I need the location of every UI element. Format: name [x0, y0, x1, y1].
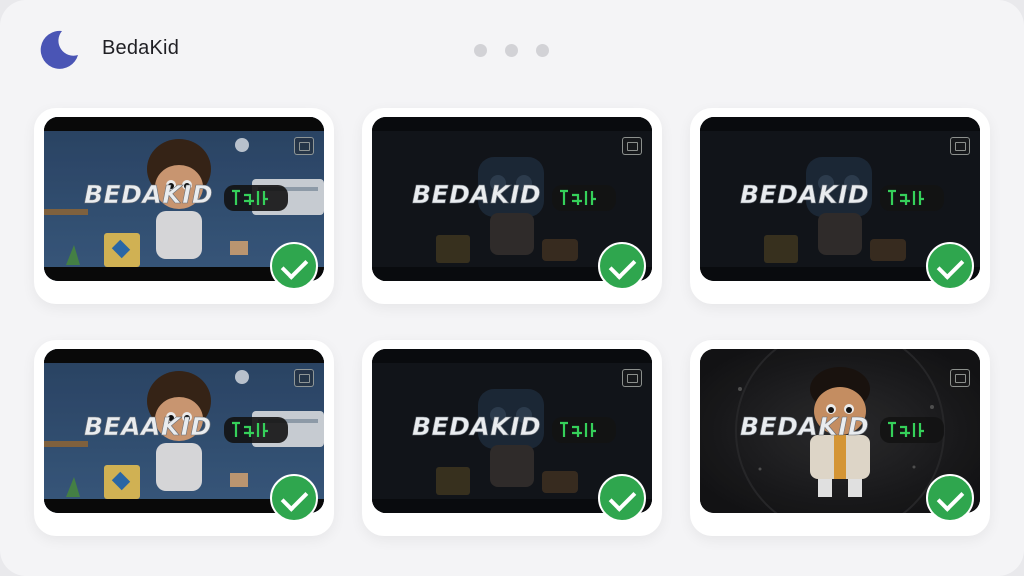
image-icon — [950, 369, 970, 387]
image-icon — [294, 369, 314, 387]
header: BedaKid — [0, 0, 1024, 100]
app-screen: BedaKid BEDAKID BEDAKID BEDAKID BEAAKID … — [0, 0, 1024, 576]
wordmark-text: BEDAKID — [740, 412, 869, 441]
video-card[interactable]: BEDAKID — [690, 108, 990, 304]
checkmark-icon[interactable] — [926, 474, 974, 522]
app-title: BedaKid — [102, 37, 180, 59]
video-card[interactable]: BEDAKID — [34, 108, 334, 304]
battery-icon — [950, 137, 970, 155]
battery-icon — [622, 369, 642, 387]
wordmark-text: BEDAKID — [740, 180, 869, 209]
battery-icon — [622, 137, 642, 155]
video-card[interactable]: BEDAKID — [362, 108, 662, 304]
page-indicator[interactable] — [474, 44, 549, 57]
video-card[interactable]: BEDAKID — [362, 340, 662, 536]
video-card[interactable]: BEAAKID — [34, 340, 334, 536]
image-icon — [294, 137, 314, 155]
checkmark-icon[interactable] — [926, 242, 974, 290]
page-dot-1[interactable] — [474, 44, 487, 57]
wordmark-text: BEDAKID — [412, 412, 541, 441]
checkmark-icon[interactable] — [598, 474, 646, 522]
checkmark-icon[interactable] — [270, 474, 318, 522]
page-dot-2[interactable] — [505, 44, 518, 57]
wordmark-text: BEAAKID — [84, 412, 212, 441]
checkmark-icon[interactable] — [270, 242, 318, 290]
video-card[interactable]: BEDAKID — [690, 340, 990, 536]
crescent-moon-icon — [40, 30, 78, 69]
checkmark-icon[interactable] — [598, 242, 646, 290]
wordmark-text: BEDAKID — [412, 180, 541, 209]
page-dot-3[interactable] — [536, 44, 549, 57]
wordmark-text: BEDAKID — [84, 180, 213, 209]
